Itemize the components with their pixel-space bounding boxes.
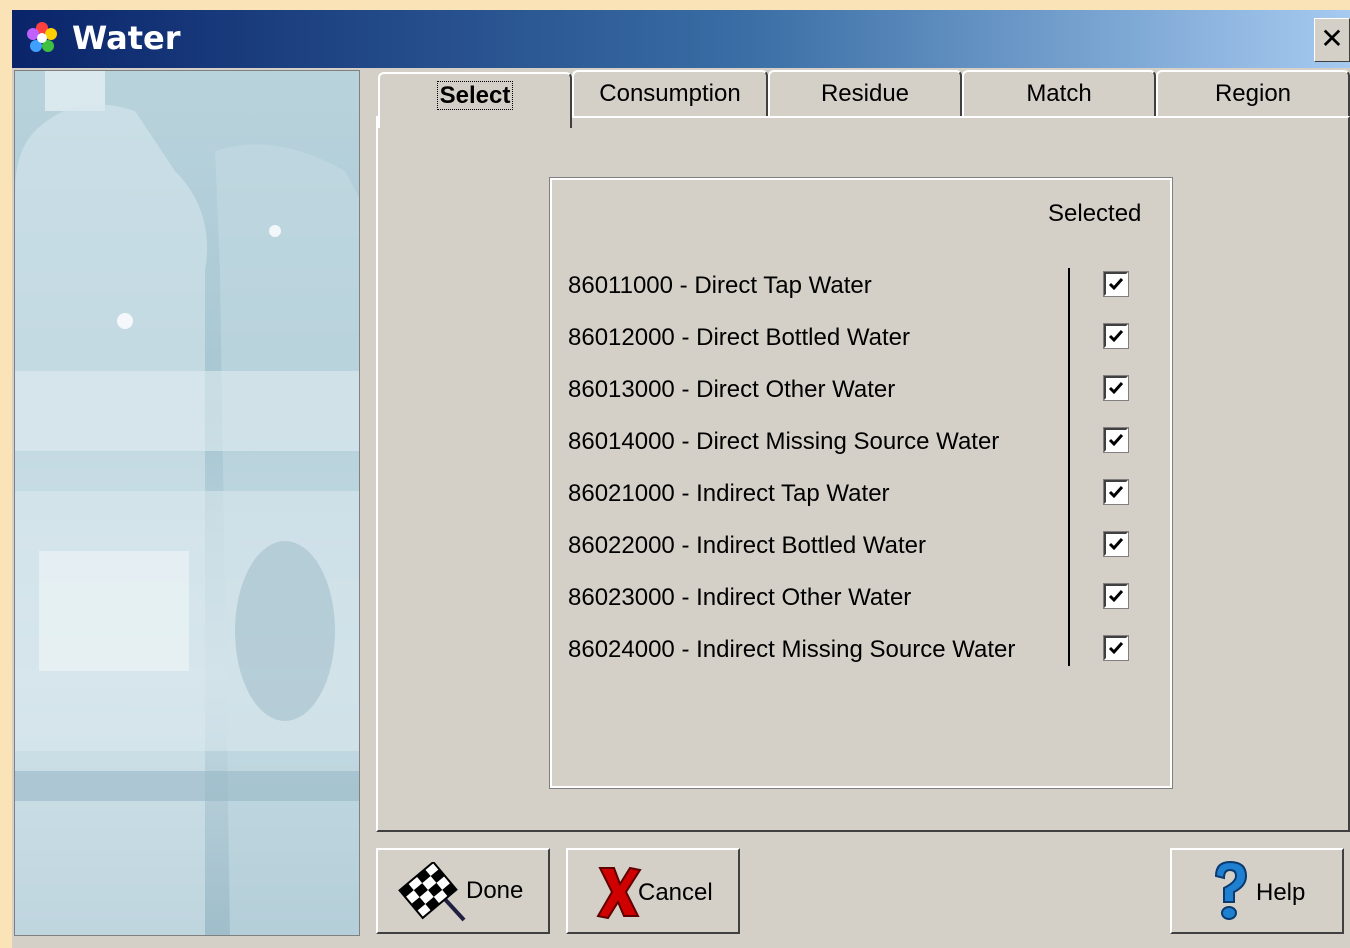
- select-tab-panel: Selected 86011000 - Direct Tap Water 860…: [376, 116, 1350, 832]
- item-label: 86012000 - Direct Bottled Water: [568, 324, 910, 351]
- selected-checkbox[interactable]: [1103, 635, 1129, 661]
- checkered-flag-icon: [398, 862, 466, 922]
- list-item: 86023000 - Indirect Other Water: [568, 578, 1158, 618]
- question-mark-icon: [1214, 860, 1248, 920]
- item-label: 86021000 - Indirect Tap Water: [568, 480, 890, 507]
- selected-checkbox[interactable]: [1103, 375, 1129, 401]
- checkmark-icon: [1108, 486, 1124, 499]
- list-item: 86014000 - Direct Missing Source Water: [568, 422, 1158, 462]
- list-item: 86013000 - Direct Other Water: [568, 370, 1158, 410]
- selected-checkbox[interactable]: [1103, 479, 1129, 505]
- item-label: 86014000 - Direct Missing Source Water: [568, 428, 1000, 455]
- item-label: 86013000 - Direct Other Water: [568, 376, 896, 403]
- list-item: 86012000 - Direct Bottled Water: [568, 318, 1158, 358]
- checkmark-icon: [1108, 434, 1124, 447]
- checkmark-icon: [1108, 330, 1124, 343]
- tab-match[interactable]: Match: [962, 70, 1156, 118]
- selected-checkbox[interactable]: [1103, 531, 1129, 557]
- tab-region[interactable]: Region: [1156, 70, 1350, 118]
- list-item: 86022000 - Indirect Bottled Water: [568, 526, 1158, 566]
- checkmark-icon: [1108, 642, 1124, 655]
- red-x-icon: [596, 866, 642, 920]
- tab-select[interactable]: Select: [378, 72, 572, 128]
- flower-app-icon: [27, 22, 57, 52]
- water-dialog: Water ✕ Select Consumption Residue Match…: [12, 10, 1350, 948]
- tab-residue[interactable]: Residue: [768, 70, 962, 118]
- cancel-button[interactable]: Cancel: [566, 848, 740, 934]
- close-button[interactable]: ✕: [1314, 18, 1350, 62]
- list-item: 86021000 - Indirect Tap Water: [568, 474, 1158, 514]
- list-item: 86024000 - Indirect Missing Source Water: [568, 630, 1158, 670]
- selected-column-header: Selected: [1048, 200, 1142, 227]
- done-button[interactable]: Done: [376, 848, 550, 934]
- selected-checkbox[interactable]: [1103, 427, 1129, 453]
- close-icon: ✕: [1320, 22, 1344, 55]
- done-label: Done: [466, 877, 524, 904]
- item-label: 86024000 - Indirect Missing Source Water: [568, 636, 1016, 663]
- item-label: 86011000 - Direct Tap Water: [568, 272, 872, 299]
- item-label: 86022000 - Indirect Bottled Water: [568, 532, 926, 559]
- checkmark-icon: [1108, 278, 1124, 291]
- checkmark-icon: [1108, 382, 1124, 395]
- title-bar[interactable]: Water ✕: [12, 10, 1350, 68]
- selected-checkbox[interactable]: [1103, 323, 1129, 349]
- cancel-label: Cancel: [638, 879, 713, 906]
- window-title: Water: [72, 19, 181, 57]
- water-bottles-image: [14, 70, 360, 936]
- help-button[interactable]: Help: [1170, 848, 1344, 934]
- tab-consumption[interactable]: Consumption: [572, 70, 768, 118]
- selected-checkbox[interactable]: [1103, 583, 1129, 609]
- list-item: 86011000 - Direct Tap Water: [568, 266, 1158, 306]
- item-label: 86023000 - Indirect Other Water: [568, 584, 912, 611]
- selection-group: Selected 86011000 - Direct Tap Water 860…: [549, 177, 1173, 789]
- checkmark-icon: [1108, 590, 1124, 603]
- help-label: Help: [1256, 879, 1306, 906]
- checkmark-icon: [1108, 538, 1124, 551]
- selected-checkbox[interactable]: [1103, 271, 1129, 297]
